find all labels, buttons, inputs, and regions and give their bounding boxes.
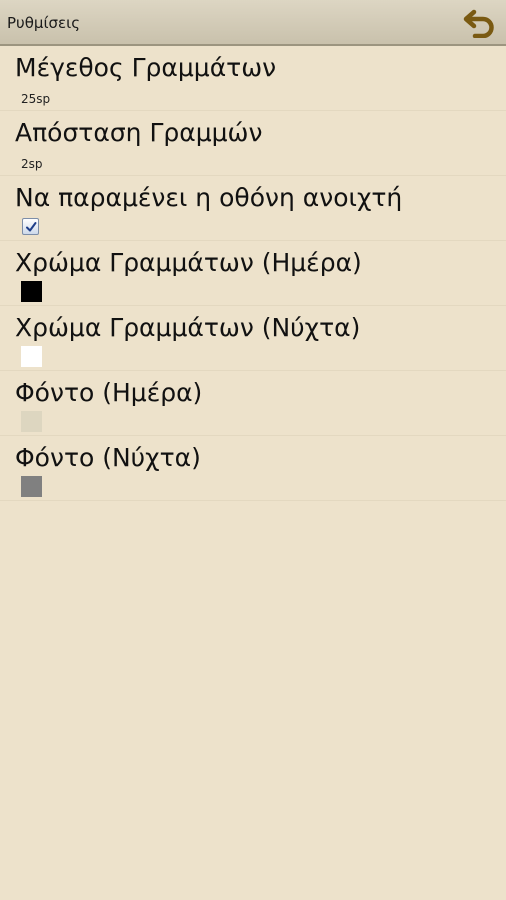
setting-keep-screen-on[interactable]: Να παραμένει η οθόνη ανοιχτή [0,176,506,241]
setting-title: Μέγεθος Γραμμάτων [15,53,277,82]
setting-value: 2sp [21,157,43,171]
setting-text-color-day[interactable]: Χρώμα Γραμμάτων (Ημέρα) [0,241,506,306]
color-swatch[interactable] [21,281,42,302]
setting-text-color-night[interactable]: Χρώμα Γραμμάτων (Νύχτα) [0,306,506,371]
color-swatch[interactable] [21,411,42,432]
color-swatch[interactable] [21,346,42,367]
setting-line-spacing[interactable]: Απόσταση Γραμμών 2sp [0,111,506,176]
setting-title: Χρώμα Γραμμάτων (Ημέρα) [15,248,362,277]
setting-background-day[interactable]: Φόντο (Ημέρα) [0,371,506,436]
setting-title: Φόντο (Νύχτα) [15,443,201,472]
checkmark-icon [25,221,36,231]
page-title: Ρυθμίσεις [7,14,81,32]
back-button[interactable] [462,6,498,40]
setting-title: Να παραμένει η οθόνη ανοιχτή [15,183,403,212]
setting-value: 25sp [21,92,51,106]
setting-font-size[interactable]: Μέγεθος Γραμμάτων 25sp [0,46,506,111]
setting-title: Φόντο (Ημέρα) [15,378,203,407]
setting-background-night[interactable]: Φόντο (Νύχτα) [0,436,506,501]
color-swatch[interactable] [21,476,42,497]
keep-screen-on-checkbox[interactable] [22,218,39,235]
settings-list: Μέγεθος Γραμμάτων 25sp Απόσταση Γραμμών … [0,46,506,501]
back-arrow-icon [463,9,494,38]
setting-title: Χρώμα Γραμμάτων (Νύχτα) [15,313,361,342]
app-bar: Ρυθμίσεις [0,0,506,46]
setting-title: Απόσταση Γραμμών [15,118,263,147]
